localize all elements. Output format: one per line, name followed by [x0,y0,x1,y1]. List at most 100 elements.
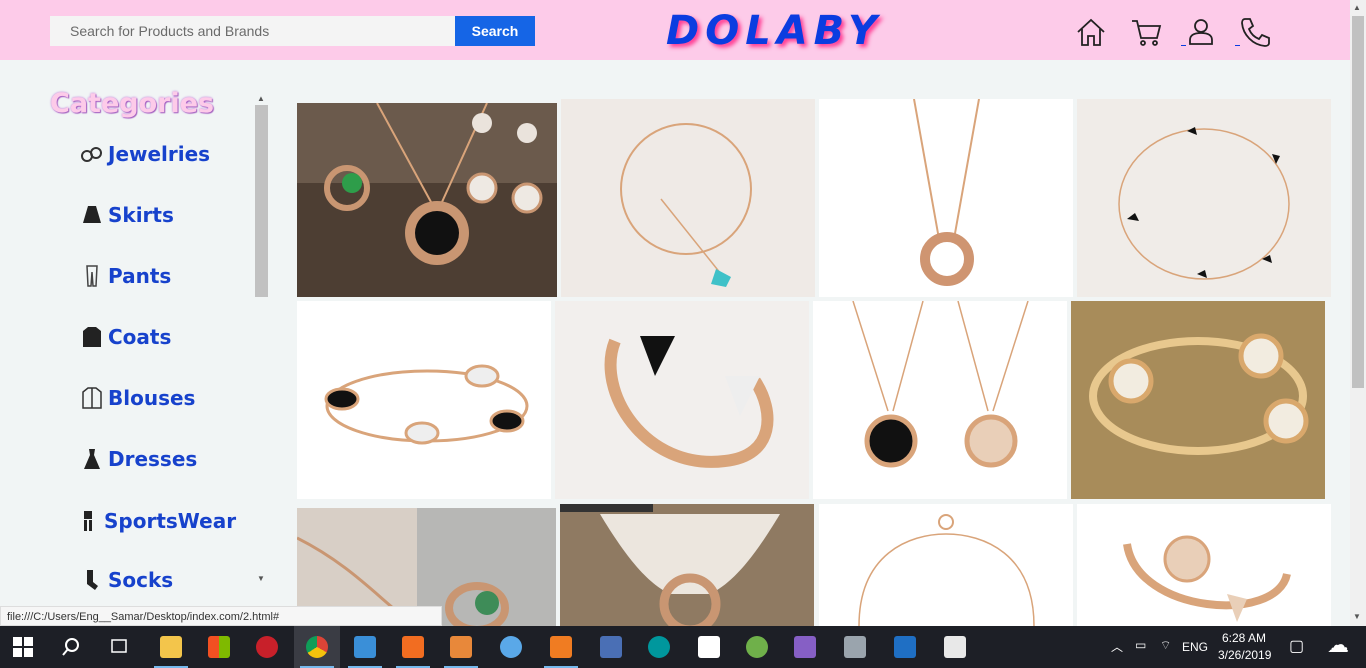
pdf-icon [550,636,572,658]
windows-taskbar: ︿ ▭ ⌔ ENG 6:28 AM 3/26/2019 ▢ ☁ [0,626,1366,668]
windows-icon [13,637,33,657]
chrome-icon [306,636,328,658]
chevron-up-icon[interactable]: ︿ [1111,638,1123,655]
category-coats[interactable]: Coats [80,325,171,349]
category-skirts[interactable]: Skirts [80,203,174,227]
search-input[interactable] [50,16,455,46]
category-label: Skirts [108,203,174,227]
category-label: SportsWear [104,509,237,533]
category-label: Blouses [108,386,196,410]
taskbar-app-orange[interactable] [390,626,436,668]
notification-icon[interactable]: ▢ [1289,636,1304,656]
pendant-necklaces-photo [813,301,1067,499]
store-icon [208,636,230,658]
media-icon [450,636,472,658]
product-image[interactable] [1071,301,1325,499]
arduino-icon [648,636,670,658]
sidebar-scroll-thumb[interactable] [255,105,268,297]
category-sportswear[interactable]: SportsWear [76,509,236,533]
folder-icon [160,636,182,658]
paint-icon [500,636,522,658]
page-scrollbar[interactable]: ▲ ▼ [1350,0,1366,626]
android-icon [746,636,768,658]
page-scroll-thumb[interactable] [1352,16,1364,388]
dress-icon [80,447,104,471]
taskbar-mail[interactable] [686,626,732,668]
app-icon [844,636,866,658]
site-logo[interactable]: DOLABY [666,8,883,54]
scroll-down-arrow[interactable]: ▼ [1353,612,1361,621]
taskbar-store[interactable] [196,626,242,668]
jewelry-set-photo [297,103,557,297]
phone-icon[interactable] [1239,16,1271,48]
language-indicator[interactable]: ENG [1182,640,1208,654]
cart-icon[interactable] [1130,16,1162,48]
category-label: Dresses [108,447,198,471]
chain-bracelet-photo [1077,99,1331,297]
app-icon [600,636,622,658]
app-icon [894,636,916,658]
taskbar-video-editor[interactable] [932,626,978,668]
search-button[interactable]: Search [455,16,535,46]
start-button[interactable] [0,626,46,668]
category-label: Socks [108,568,174,592]
rings-icon [80,142,104,166]
mail-icon [698,636,720,658]
taskbar-visual-studio[interactable] [782,626,828,668]
category-label: Pants [108,264,172,288]
search-taskbar-button[interactable] [48,626,94,668]
category-jewelries[interactable]: Jewelries [80,142,210,166]
search-icon [62,638,79,656]
category-blouses[interactable]: Blouses [80,386,195,410]
scroll-up-arrow[interactable]: ▲ [1353,3,1361,12]
product-image[interactable] [819,504,1073,626]
taskbar-app-blue[interactable] [342,626,388,668]
weather-icon[interactable]: ☁ [1327,632,1349,658]
taskbar-pdf[interactable] [538,626,584,668]
scroll-down-arrow[interactable]: ▼ [256,574,266,584]
gold-bracelet-photo [1071,301,1325,499]
open-bangle-photo [555,301,809,499]
taskbar-app-gray[interactable] [588,626,634,668]
taskbar-app-blue2[interactable] [882,626,928,668]
categories-title: Categories [50,88,215,119]
scroll-up-arrow[interactable]: ▲ [256,94,266,104]
product-image[interactable] [297,103,557,297]
chain-bracelet-2-photo [819,504,1073,626]
product-image[interactable] [555,301,809,499]
status-bar-url: file:///C:/Users/Eng__Samar/Desktop/inde… [0,606,442,626]
taskbar-app-gray2[interactable] [832,626,878,668]
product-image[interactable] [561,99,815,297]
flower-bangle-photo [1077,504,1331,626]
taskbar-media-player[interactable] [438,626,484,668]
product-image[interactable] [819,99,1073,297]
taskbar-chrome[interactable] [294,626,340,668]
app-icon [256,636,278,658]
clock-time[interactable]: 6:28 AM [1222,631,1266,645]
battery-icon[interactable]: ▭ [1135,638,1146,652]
category-label: Jewelries [108,142,211,166]
clock-date[interactable]: 3/26/2019 [1218,648,1271,662]
wifi-icon[interactable]: ⌔ [1160,638,1171,653]
task-view-button[interactable] [96,626,142,668]
ring-pendant-display-photo [560,504,814,626]
home-icon[interactable] [1075,16,1107,48]
product-image[interactable] [297,301,551,499]
taskbar-android-studio[interactable] [734,626,780,668]
taskbar-file-explorer[interactable] [148,626,194,668]
taskbar-arduino[interactable] [636,626,682,668]
pants-icon [80,264,104,288]
clapperboard-icon [944,636,966,658]
category-socks[interactable]: Socks [80,568,173,592]
taskbar-paint[interactable] [488,626,534,668]
category-pants[interactable]: Pants [80,264,171,288]
taskbar-app-red[interactable] [244,626,290,668]
app-icon [354,636,376,658]
product-image[interactable] [560,504,814,626]
user-icon[interactable] [1185,16,1217,48]
app-icon [402,636,424,658]
category-dresses[interactable]: Dresses [80,447,197,471]
product-image[interactable] [1077,504,1331,626]
product-image[interactable] [1077,99,1331,297]
product-image[interactable] [813,301,1067,499]
